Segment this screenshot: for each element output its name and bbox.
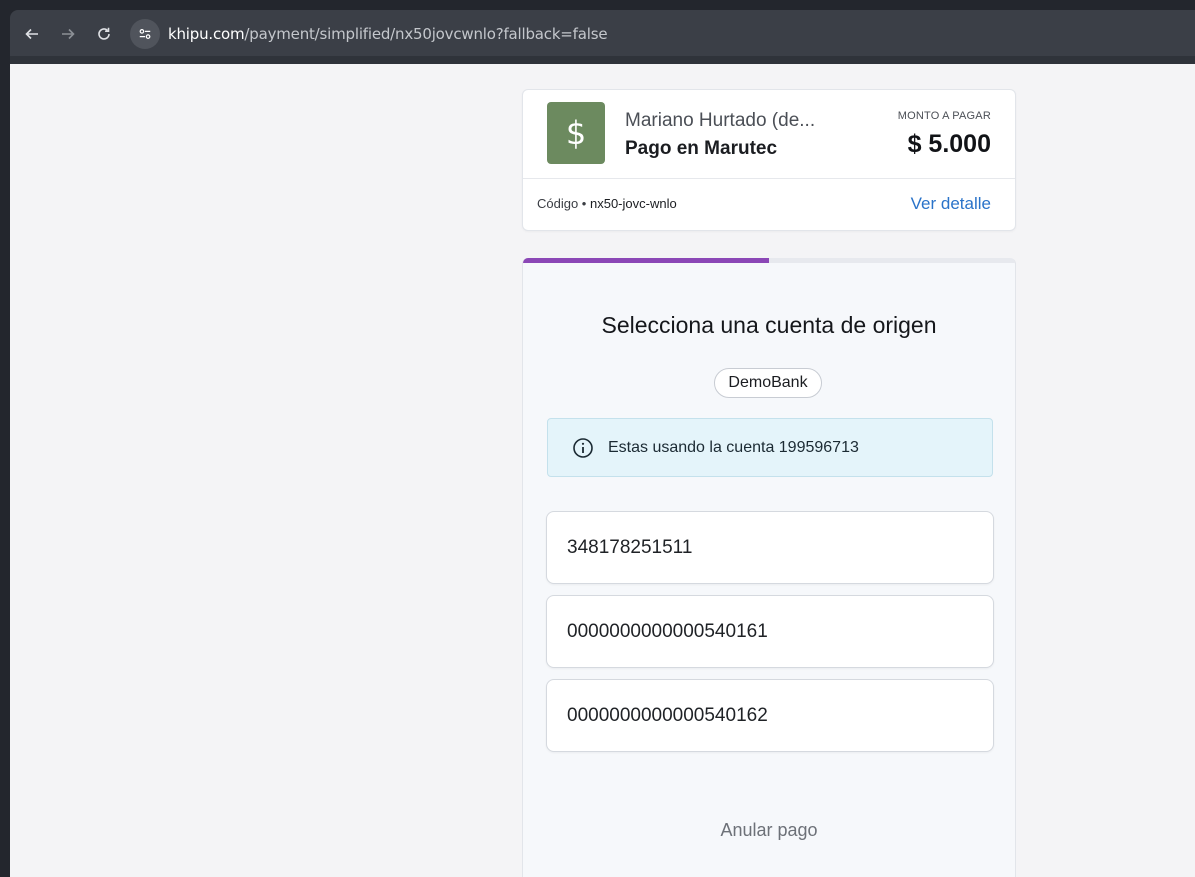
forward-icon[interactable] <box>54 20 82 48</box>
amount-value: $ 5.000 <box>907 130 991 158</box>
merchant-name: Mariano Hurtado (de... <box>625 110 816 131</box>
view-details-link[interactable]: Ver detalle <box>911 194 991 214</box>
window-edge <box>0 64 10 877</box>
browser-toolbar-bottom <box>10 56 1195 64</box>
payment-code-value: nx50-jovc-wnlo <box>589 196 677 211</box>
progress-bar-fill <box>523 258 769 263</box>
address-bar-row: khipu.com/payment/simplified/nx50jovcwnl… <box>10 10 1195 58</box>
account-selection-card: Selecciona una cuenta de origen DemoBank… <box>522 258 1016 877</box>
account-option[interactable]: 0000000000000540161 <box>546 595 994 668</box>
account-option[interactable]: 0000000000000540162 <box>546 679 994 752</box>
amount-label: MONTO A PAGAR <box>897 110 991 122</box>
url-path: /payment/simplified/nx50jovcwnlo?fallbac… <box>244 25 608 43</box>
info-alert: Estas usando la cuenta 199596713 <box>547 418 993 477</box>
account-option[interactable]: 348178251511 <box>546 511 994 584</box>
payment-subject: Pago en Marutec <box>625 138 778 159</box>
divider <box>523 178 1015 179</box>
reload-icon[interactable] <box>90 20 118 48</box>
merchant-logo: $ <box>547 102 605 164</box>
info-text: Estas usando la cuenta 199596713 <box>608 438 859 456</box>
address-bar-url[interactable]: khipu.com/payment/simplified/nx50jovcwnl… <box>168 25 608 43</box>
payment-code: Código • nx50-jovc-wnlo <box>537 196 677 211</box>
payment-code-label: Código • <box>537 196 590 211</box>
page-title: Selecciona una cuenta de origen <box>601 312 937 338</box>
info-icon <box>573 437 593 458</box>
progress-bar <box>523 258 1015 263</box>
bank-badge: DemoBank <box>714 368 822 398</box>
url-host: khipu.com <box>168 25 245 43</box>
back-icon[interactable] <box>18 20 46 48</box>
payment-summary-card: $ Mariano Hurtado (de... Pago en Marutec… <box>522 89 1016 231</box>
site-info-icon[interactable] <box>130 19 160 49</box>
cancel-payment-button[interactable]: Anular pago <box>523 820 1015 841</box>
